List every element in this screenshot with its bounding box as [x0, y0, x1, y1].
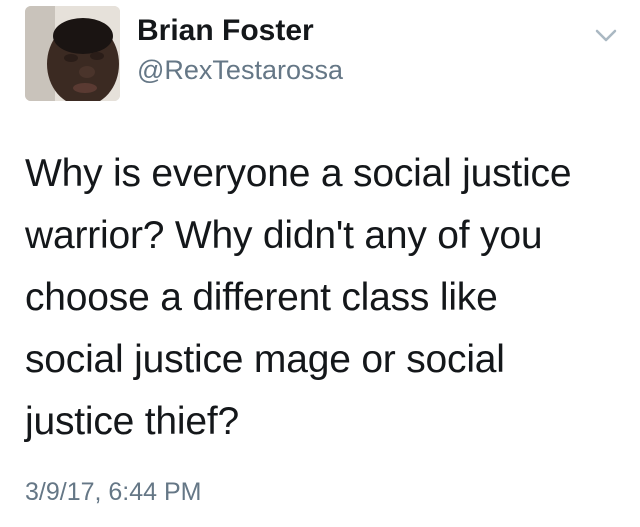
- author-handle[interactable]: @RexTestarossa: [137, 55, 343, 86]
- tweet-card: Brian Foster @RexTestarossa Why is every…: [0, 0, 640, 527]
- tweet-text: Why is everyone a social justice warrior…: [25, 143, 625, 453]
- tweet-text-line: Why is everyone a social justice: [25, 152, 572, 195]
- tweet-text-line: social justice mage or social: [25, 338, 505, 381]
- chevron-down-icon[interactable]: [594, 26, 618, 46]
- tweet-text-line: choose a different class like: [25, 276, 498, 319]
- avatar-photo: [25, 6, 120, 101]
- tweet-text-line: warrior? Why didn't any of you: [25, 214, 543, 257]
- author-display-name[interactable]: Brian Foster: [137, 14, 314, 48]
- author-avatar[interactable]: [25, 6, 120, 101]
- tweet-timestamp[interactable]: 3/9/17, 6:44 PM: [25, 478, 202, 507]
- tweet-text-line: justice thief?: [25, 400, 239, 443]
